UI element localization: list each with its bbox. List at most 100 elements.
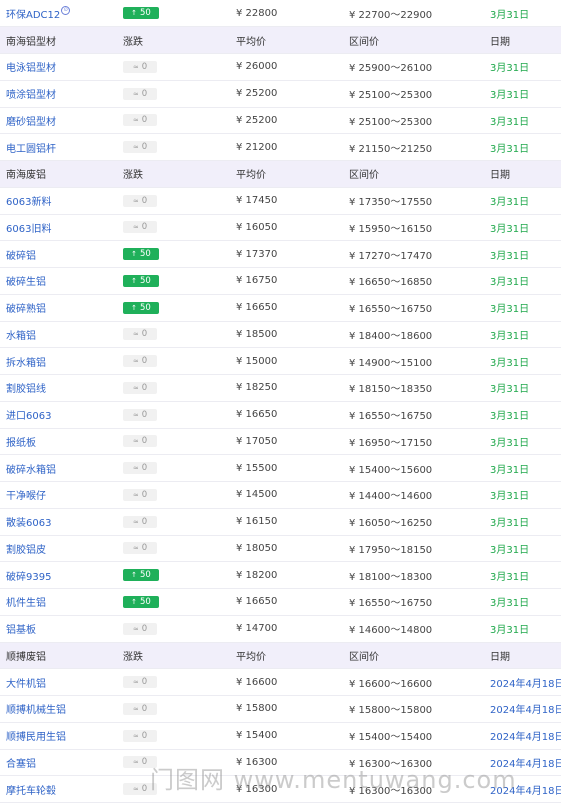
product-link-cell[interactable]: 6063旧料 [0,214,117,242]
table-row: 大件机铝 ≈0 ¥ 16600 ¥ 16600～16600 2024年4月18日 [0,668,561,696]
product-link[interactable]: 机件生铝 [6,598,46,609]
product-link-cell[interactable]: 水箱铝 [0,321,117,349]
product-link[interactable]: 拆水箱铝 [6,358,46,369]
up-arrow-icon: ↑ [131,276,138,285]
product-link[interactable]: 大件机铝 [6,679,46,690]
product-link[interactable]: 顺搏机械生铝 [6,705,66,716]
product-link[interactable]: 报纸板 [6,438,36,449]
product-link-cell[interactable]: 割胶铝皮 [0,535,117,563]
product-link-cell[interactable]: 合塞铝 [0,749,117,777]
flat-arrow-icon: ≈ [132,223,139,232]
change-header: 涨跌 [117,642,230,670]
range-price: ¥ 16950～17150 [343,428,484,456]
product-link[interactable]: 铝基板 [6,625,36,636]
change-cell: ≈0 [117,187,230,215]
avg-price: ¥ 15400 [230,722,343,750]
product-link[interactable]: 干净喉仔 [6,491,46,502]
product-link[interactable]: 散装6063 [6,518,51,529]
range-price-header: 区间价 [343,642,484,670]
product-link[interactable]: 喷涂铝型材 [6,90,56,101]
change-badge: ↑ 50 [123,7,159,20]
date-cell: 2024年4月18日 [484,749,561,777]
change-badge: ≈0 [123,702,157,715]
flat-arrow-icon: ≈ [132,357,139,366]
product-link[interactable]: 破碎铝 [6,251,36,262]
product-link[interactable]: 环保ADC12 [6,10,60,21]
product-link[interactable]: 6063旧料 [6,224,51,235]
section-title: 南海废铝 [0,160,117,188]
product-link-cell[interactable]: 拆水箱铝 [0,347,117,375]
product-link-cell[interactable]: 报纸板 [0,428,117,456]
change-badge: ≈0 [123,488,157,501]
date-cell: 3月31日 [484,214,561,242]
change-header: 涨跌 [117,26,230,54]
date-cell: 3月31日 [484,347,561,375]
product-link[interactable]: 顺搏民用生铝 [6,732,66,743]
product-link[interactable]: 进口6063 [6,411,51,422]
product-link-cell[interactable]: 电工圆铝杆 [0,133,117,161]
product-link[interactable]: 割胶铝线 [6,384,46,395]
change-badge: ≈0 [123,408,157,421]
date-cell: 3月31日 [484,401,561,429]
change-badge: ↑ 50 [123,595,159,608]
product-link-cell[interactable]: 破碎9395 [0,561,117,589]
product-link-cell[interactable]: 干净喉仔 [0,481,117,509]
range-price: ¥ 14400～14600 [343,481,484,509]
product-link-cell[interactable]: 破碎熟铝 [0,294,117,322]
product-link[interactable]: 电泳铝型材 [6,63,56,74]
avg-price: ¥ 16150 [230,508,343,536]
product-link-cell[interactable]: 破碎水箱铝 [0,454,117,482]
product-link-cell[interactable]: 机件生铝 [0,588,117,616]
product-link-cell[interactable]: 摩托车轮毂 [0,775,117,803]
product-link-cell[interactable]: 铝基板 [0,615,117,643]
product-link-cell[interactable]: 环保ADC12 ⊙ [0,0,117,28]
product-link[interactable]: 磨砂铝型材 [6,117,56,128]
info-circle-icon: ⊙ [61,5,71,15]
change-cell: ≈0 [117,80,230,108]
change-value: 50 [140,8,151,19]
product-link[interactable]: 水箱铝 [6,331,36,342]
product-link-cell[interactable]: 磨砂铝型材 [0,107,117,135]
range-price: ¥ 18150～18350 [343,374,484,402]
product-link-cell[interactable]: 破碎生铝 [0,267,117,295]
table-row: 报纸板 ≈0 ¥ 17050 ¥ 16950～17150 3月31日 [0,428,561,456]
product-link-cell[interactable]: 顺搏机械生铝 [0,695,117,723]
product-link[interactable]: 电工圆铝杆 [6,144,56,155]
change-cell: ≈0 [117,722,230,750]
range-price: ¥ 21150～21250 [343,133,484,161]
up-arrow-icon: ↑ [131,250,138,259]
change-cell: ≈0 [117,321,230,349]
product-link[interactable]: 破碎熟铝 [6,304,46,315]
change-badge: ≈0 [123,60,157,73]
avg-price: ¥ 18500 [230,321,343,349]
product-link[interactable]: 摩托车轮毂 [6,786,56,797]
avg-price: ¥ 17450 [230,187,343,215]
range-price: ¥ 17350～17550 [343,187,484,215]
product-link-cell[interactable]: 散装6063 [0,508,117,536]
flat-arrow-icon: ≈ [132,410,139,419]
product-link[interactable]: 破碎水箱铝 [6,465,56,476]
product-link[interactable]: 6063新料 [6,197,51,208]
avg-price: ¥ 15500 [230,454,343,482]
table-row: 破碎水箱铝 ≈0 ¥ 15500 ¥ 15400～15600 3月31日 [0,454,561,482]
product-link-cell[interactable]: 喷涂铝型材 [0,80,117,108]
table-row: 电泳铝型材 ≈0 ¥ 26000 ¥ 25900～26100 3月31日 [0,53,561,81]
range-price: ¥ 15800～15800 [343,695,484,723]
product-link[interactable]: 合塞铝 [6,759,36,770]
product-link[interactable]: 破碎9395 [6,572,51,583]
product-link-cell[interactable]: 顺搏民用生铝 [0,722,117,750]
date-cell: 3月31日 [484,508,561,536]
product-link-cell[interactable]: 破碎铝 [0,240,117,268]
product-link[interactable]: 割胶铝皮 [6,545,46,556]
product-link-cell[interactable]: 大件机铝 [0,668,117,696]
change-badge: ≈0 [123,515,157,528]
product-link[interactable]: 破碎生铝 [6,277,46,288]
change-cell: ≈0 [117,615,230,643]
avg-price: ¥ 16650 [230,401,343,429]
product-link-cell[interactable]: 割胶铝线 [0,374,117,402]
product-link-cell[interactable]: 进口6063 [0,401,117,429]
product-link-cell[interactable]: 电泳铝型材 [0,53,117,81]
change-badge: ↑ 50 [123,248,159,261]
table-row: 进口6063 ≈0 ¥ 16650 ¥ 16550～16750 3月31日 [0,401,561,429]
product-link-cell[interactable]: 6063新料 [0,187,117,215]
